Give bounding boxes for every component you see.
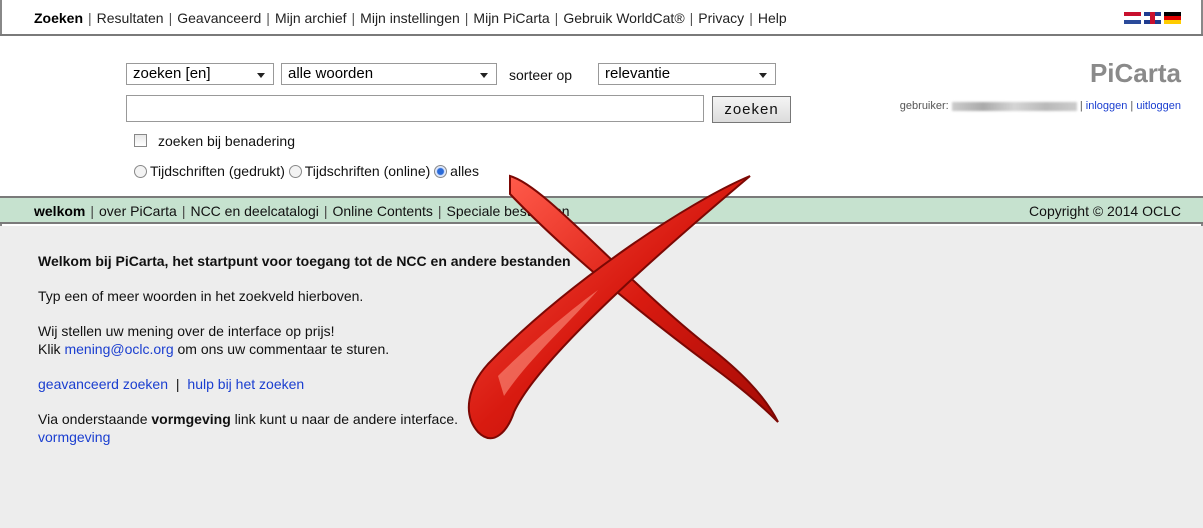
search-panel: zoeken [en] alle woorden sorteer op rele… bbox=[0, 36, 1203, 196]
field-select-value: zoeken [en] bbox=[133, 65, 211, 82]
bar-ncc[interactable]: NCC en deelcatalogi bbox=[190, 203, 318, 219]
search-input[interactable] bbox=[126, 95, 704, 122]
design-suffix: link kunt u naar de andere interface. bbox=[230, 411, 459, 427]
feedback-line: Wij stellen uw mening over de interface … bbox=[38, 323, 335, 339]
feedback-text: Wij stellen uw mening over de interface … bbox=[38, 322, 1203, 358]
sort-label: sorteer op bbox=[509, 67, 573, 83]
radio-tijdschriften-online[interactable] bbox=[288, 165, 302, 178]
feedback-suffix: om ons uw commentaar te sturen. bbox=[173, 341, 390, 357]
sort-select-value: relevantie bbox=[605, 65, 671, 82]
picarta-logo: PiCarta bbox=[1089, 58, 1181, 88]
help-links: geavanceerd zoeken | hulp bij het zoeken bbox=[38, 376, 305, 392]
language-flags bbox=[1124, 12, 1181, 24]
nav-resultaten[interactable]: Resultaten bbox=[97, 10, 164, 26]
user-info: gebruiker: | inloggen | uitloggen bbox=[899, 100, 1181, 112]
radio-label-online: Tijdschriften (online) bbox=[304, 163, 431, 179]
chevron-down-icon bbox=[759, 73, 767, 78]
nav-gebruik-worldcat[interactable]: Gebruik WorldCat® bbox=[563, 10, 684, 26]
bar-over-picarta[interactable]: over PiCarta bbox=[99, 203, 177, 219]
radio-alles[interactable] bbox=[434, 165, 448, 178]
nav-help[interactable]: Help bbox=[758, 10, 787, 26]
section-bar: welkom | over PiCarta | NCC en deelcatalogi |… bbox=[0, 196, 1203, 224]
field-select[interactable]: zoeken [en] bbox=[126, 63, 274, 85]
dutch-flag-icon[interactable] bbox=[1124, 12, 1141, 24]
approx-search-checkbox[interactable] bbox=[134, 134, 147, 147]
nav-geavanceerd[interactable]: Geavanceerd bbox=[177, 10, 261, 26]
sort-select[interactable]: relevantie bbox=[598, 63, 776, 85]
radio-tijdschriften-gedrukt[interactable] bbox=[134, 165, 147, 178]
design-prefix: Via onderstaande bbox=[38, 411, 152, 427]
welcome-heading: Welkom bij PiCarta, het startpunt voor t… bbox=[38, 253, 571, 269]
feedback-prefix: Klik bbox=[38, 341, 65, 357]
german-flag-icon[interactable] bbox=[1164, 12, 1181, 24]
copyright: Copyright © 2014 OCLC bbox=[1029, 203, 1181, 219]
bar-welkom[interactable]: welkom bbox=[34, 203, 85, 219]
welcome-content: Welkom bij PiCarta, het startpunt voor t… bbox=[0, 226, 1203, 528]
search-help-link[interactable]: hulp bij het zoeken bbox=[187, 376, 304, 392]
login-link[interactable]: inloggen bbox=[1086, 100, 1128, 112]
nav-mijn-instellingen[interactable]: Mijn instellingen bbox=[360, 10, 460, 26]
instruction-text: Typ een of meer woorden in het zoekveld … bbox=[38, 288, 364, 304]
nav-zoeken[interactable]: Zoeken bbox=[34, 10, 83, 26]
approx-search-label: zoeken bij benadering bbox=[158, 133, 295, 149]
nav-privacy[interactable]: Privacy bbox=[698, 10, 744, 26]
logout-link[interactable]: uitloggen bbox=[1136, 100, 1181, 112]
design-bold: vormgeving bbox=[151, 411, 231, 427]
chevron-down-icon bbox=[257, 73, 265, 78]
bar-speciale-bestanden[interactable]: Speciale bestanden bbox=[447, 203, 570, 219]
nav-mijn-archief[interactable]: Mijn archief bbox=[275, 10, 347, 26]
bar-online-contents[interactable]: Online Contents bbox=[333, 203, 433, 219]
advanced-search-link[interactable]: geavanceerd zoeken bbox=[38, 376, 168, 392]
words-select-value: alle woorden bbox=[288, 65, 374, 82]
design-text: Via onderstaande vormgeving link kunt u … bbox=[38, 410, 1203, 446]
words-select[interactable]: alle woorden bbox=[281, 63, 497, 85]
user-name-redacted bbox=[951, 101, 1077, 111]
english-flag-icon[interactable] bbox=[1144, 12, 1161, 24]
radio-label-gedrukt: Tijdschriften (gedrukt) bbox=[150, 163, 285, 179]
chevron-down-icon bbox=[480, 73, 488, 78]
top-navigation: Zoeken | Resultaten | Geavanceerd | Mijn archi… bbox=[0, 0, 1203, 36]
radio-label-alles: alles bbox=[450, 163, 479, 179]
design-link[interactable]: vormgeving bbox=[38, 429, 110, 445]
nav-mijn-picarta[interactable]: Mijn PiCarta bbox=[473, 10, 549, 26]
search-button[interactable]: zoeken bbox=[712, 96, 791, 123]
feedback-email-link[interactable]: mening@oclc.org bbox=[64, 341, 173, 357]
collection-radio-group: Tijdschriften (gedrukt) Tijdschriften (o… bbox=[134, 163, 479, 179]
user-label: gebruiker: bbox=[899, 100, 949, 112]
